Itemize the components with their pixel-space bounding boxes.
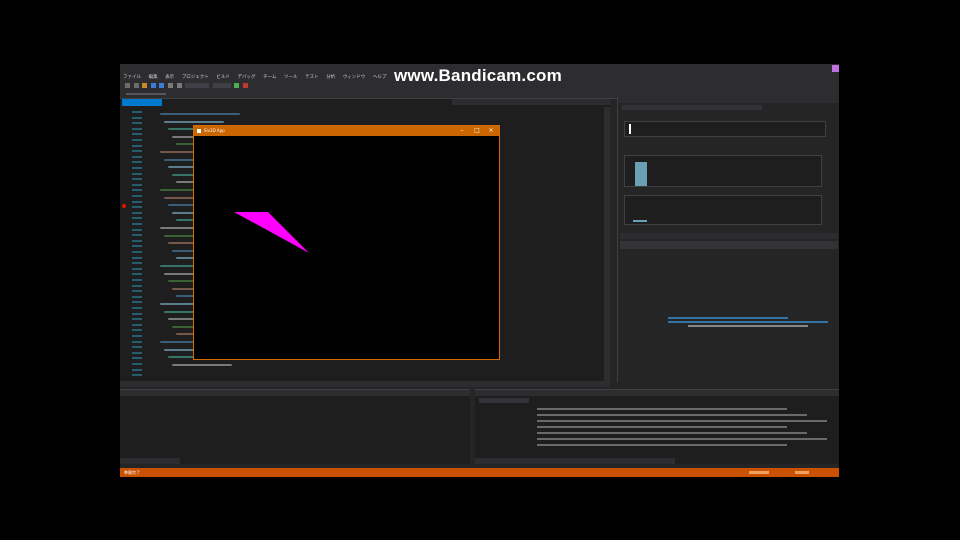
code-line bbox=[172, 363, 232, 366]
app-window-title: Siv3D App bbox=[204, 128, 225, 133]
start-debug-icon[interactable] bbox=[234, 83, 240, 88]
diagnostic-info-text bbox=[668, 321, 828, 323]
status-col-info bbox=[795, 471, 809, 474]
maximize-icon[interactable]: □ bbox=[470, 126, 484, 136]
cpu-usage-graph bbox=[624, 195, 822, 225]
process-dropdown[interactable] bbox=[126, 93, 166, 95]
output-line bbox=[537, 438, 827, 440]
minimize-icon[interactable]: – bbox=[455, 126, 469, 136]
error-list-header bbox=[120, 390, 470, 396]
diagnostic-tools-panel bbox=[617, 97, 839, 382]
events-timeline bbox=[624, 121, 826, 137]
app-canvas[interactable] bbox=[194, 136, 499, 359]
save-icon[interactable] bbox=[150, 83, 156, 88]
diagnostic-info-text-2 bbox=[688, 325, 808, 327]
cpu-line bbox=[633, 220, 647, 222]
output-tabs[interactable] bbox=[475, 458, 675, 464]
status-line-info bbox=[749, 471, 769, 474]
stop-icon[interactable] bbox=[242, 83, 248, 88]
diagnostic-toolbar[interactable] bbox=[622, 105, 762, 110]
output-line bbox=[537, 420, 827, 422]
bandicam-watermark: www.Bandicam.com bbox=[394, 66, 562, 85]
status-ready-text: 準備完了 bbox=[124, 470, 140, 475]
output-lines bbox=[475, 390, 839, 464]
error-list-tabs[interactable] bbox=[120, 458, 180, 464]
output-line bbox=[537, 408, 787, 410]
output-panel bbox=[475, 389, 839, 464]
canvas-svg bbox=[234, 212, 309, 253]
output-line bbox=[537, 426, 787, 428]
code-line bbox=[164, 120, 224, 123]
save-all-icon[interactable] bbox=[159, 83, 165, 88]
siv3d-app-window[interactable]: Siv3D App – □ × bbox=[193, 125, 500, 360]
redo-icon[interactable] bbox=[176, 83, 182, 88]
memory-snapshot-toolbar[interactable] bbox=[620, 241, 838, 249]
output-line bbox=[537, 444, 787, 446]
editor-horizontal-scrollbar[interactable] bbox=[120, 381, 610, 387]
app-title-bar[interactable]: Siv3D App – □ × bbox=[194, 126, 499, 136]
timeline-marker bbox=[629, 124, 631, 134]
diagnostic-info-link[interactable] bbox=[668, 317, 788, 319]
output-line bbox=[537, 414, 807, 416]
memory-bar bbox=[635, 162, 647, 186]
visual-studio-window: ファイル 編集 表示 プロジェクト ビルド デバッグ チーム ツール テスト 分… bbox=[120, 64, 839, 477]
editor-vertical-scrollbar[interactable] bbox=[604, 107, 610, 381]
undo-icon[interactable] bbox=[167, 83, 173, 88]
user-icon[interactable] bbox=[832, 65, 839, 72]
configuration-dropdown[interactable] bbox=[185, 83, 210, 88]
back-icon[interactable] bbox=[125, 83, 130, 88]
magenta-triangle bbox=[234, 212, 309, 253]
status-bar: 準備完了 bbox=[120, 468, 839, 477]
forward-icon[interactable] bbox=[133, 83, 139, 88]
app-icon bbox=[197, 129, 201, 133]
diagnostic-panel-header bbox=[618, 97, 839, 103]
code-line bbox=[160, 113, 240, 115]
new-project-icon[interactable] bbox=[142, 83, 148, 88]
output-line bbox=[537, 432, 807, 434]
close-icon[interactable]: × bbox=[484, 126, 498, 136]
error-list-panel bbox=[120, 389, 470, 464]
diagnostic-tabs[interactable] bbox=[620, 233, 838, 239]
platform-dropdown[interactable] bbox=[212, 83, 231, 88]
process-memory-graph bbox=[624, 155, 822, 187]
